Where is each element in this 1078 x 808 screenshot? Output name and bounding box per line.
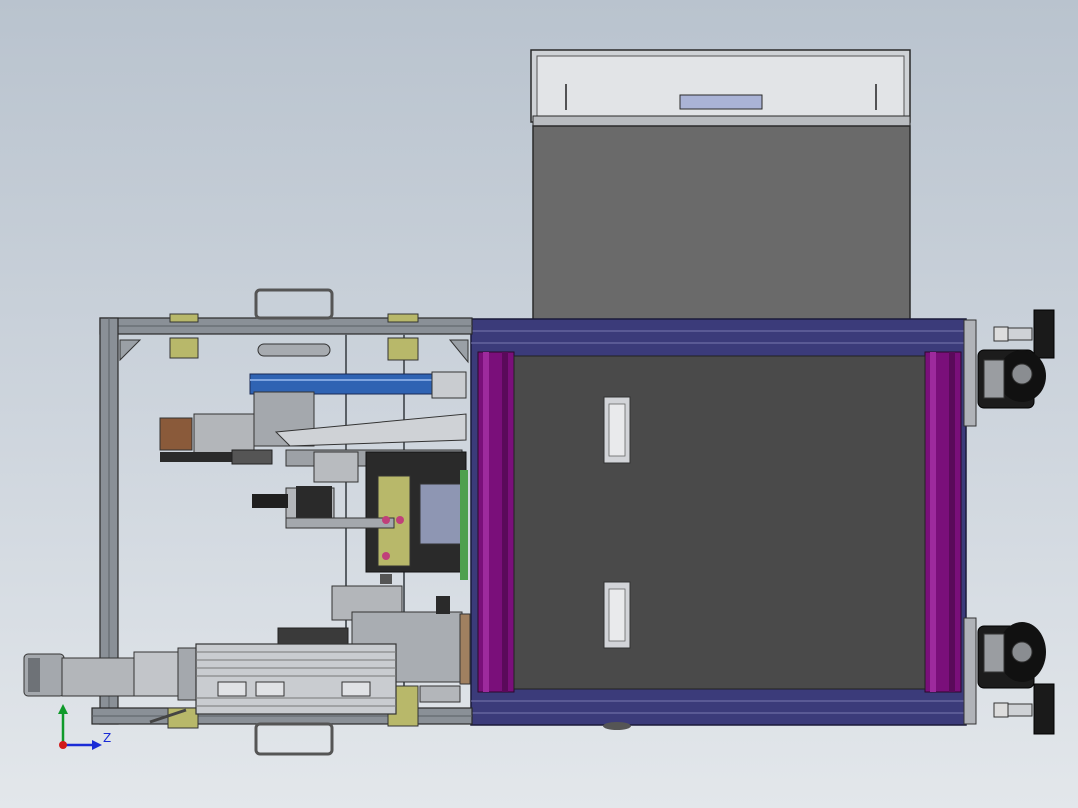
cad-viewport[interactable] — [0, 0, 1078, 808]
motor-body — [195, 643, 397, 715]
brown-block — [159, 417, 193, 451]
handle-top[interactable] — [254, 288, 334, 320]
middle-mechanism[interactable] — [252, 451, 468, 584]
triad-origin — [59, 741, 67, 749]
hopper-handle — [679, 94, 763, 110]
hopper-body — [532, 125, 911, 323]
motor-assembly[interactable] — [23, 643, 397, 724]
hopper-tank[interactable] — [530, 49, 911, 323]
bracket — [169, 313, 199, 323]
handle-bottom[interactable] — [254, 722, 334, 756]
cart-floor-panel — [513, 355, 926, 690]
caster-wheels[interactable] — [963, 309, 1055, 735]
cart-frame[interactable] — [470, 318, 967, 730]
triad-z-label: Z — [103, 731, 112, 745]
